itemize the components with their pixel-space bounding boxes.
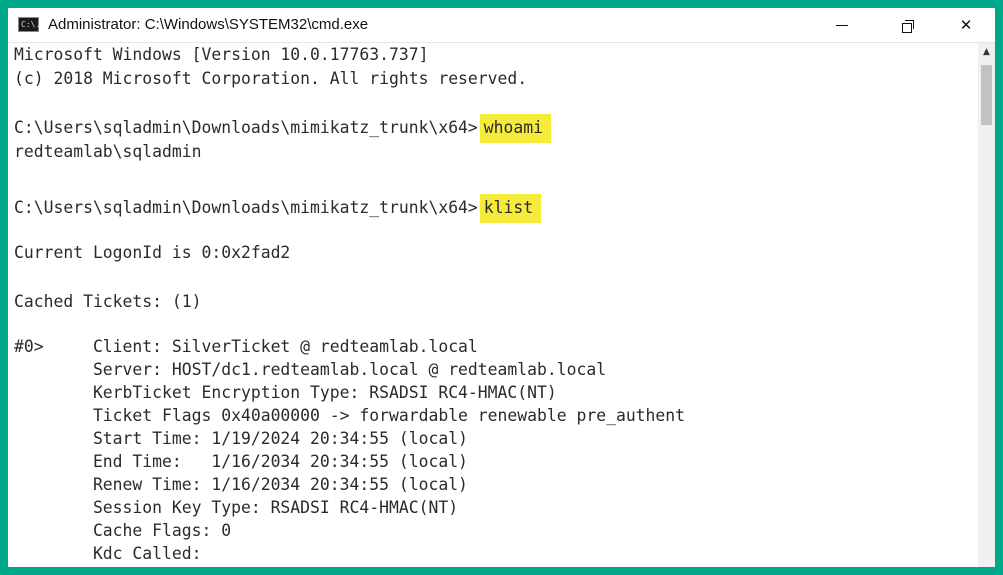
restore-icon [902, 19, 914, 33]
prompt-text: C:\Users\sqladmin\Downloads\mimikatz_tru… [14, 118, 478, 137]
console-line: KerbTicket Encryption Type: RSADSI RC4-H… [14, 383, 557, 402]
console-line: End Time: 1/16/2034 20:34:55 (local) [14, 452, 468, 471]
window-title: Administrator: C:\Windows\SYSTEM32\cmd.e… [48, 16, 369, 33]
scroll-thumb[interactable] [981, 65, 992, 125]
console-line-prompt: C:\Users\sqladmin\Downloads\mimikatz_tru… [14, 194, 542, 223]
close-icon: ✕ [959, 16, 973, 34]
prompt-text: C:\Users\sqladmin\Downloads\mimikatz_tru… [14, 198, 478, 217]
vertical-scrollbar[interactable]: ▲ [978, 43, 995, 567]
console-line: redteamlab\sqladmin [14, 142, 202, 161]
console-line: Kdc Called: [14, 544, 202, 563]
command-klist: klist [479, 194, 542, 223]
console-line: Microsoft Windows [Version 10.0.17763.73… [14, 45, 429, 64]
console-line: Ticket Flags 0x40a00000 -> forwardable r… [14, 406, 686, 425]
console-output[interactable]: Microsoft Windows [Version 10.0.17763.73… [8, 43, 978, 567]
terminal-window: C:\. Administrator: C:\Windows\SYSTEM32\… [8, 8, 995, 567]
console-line: Cache Flags: 0 [14, 521, 232, 540]
minimize-button[interactable] [819, 8, 865, 42]
console-line: Cached Tickets: (1) [14, 292, 202, 311]
scroll-up-arrow-icon[interactable]: ▲ [978, 43, 995, 60]
command-whoami: whoami [479, 114, 552, 143]
console-line-prompt: C:\Users\sqladmin\Downloads\mimikatz_tru… [14, 114, 552, 143]
console-line: #0> Client: SilverTicket @ redteamlab.lo… [14, 337, 478, 356]
console-line: Session Key Type: RSADSI RC4-HMAC(NT) [14, 498, 459, 517]
cmd-icon: C:\. [18, 17, 40, 32]
title-bar[interactable]: C:\. Administrator: C:\Windows\SYSTEM32\… [8, 8, 995, 43]
close-button[interactable]: ✕ [943, 8, 989, 42]
restore-button[interactable] [885, 8, 931, 42]
console-line: Current LogonId is 0:0x2fad2 [14, 243, 291, 262]
minimize-icon [836, 24, 848, 26]
console-line: Server: HOST/dc1.redteamlab.local @ redt… [14, 360, 607, 379]
console-line: (c) 2018 Microsoft Corporation. All righ… [14, 69, 528, 88]
console-line: Start Time: 1/19/2024 20:34:55 (local) [14, 429, 468, 448]
console-line: Renew Time: 1/16/2034 20:34:55 (local) [14, 475, 468, 494]
